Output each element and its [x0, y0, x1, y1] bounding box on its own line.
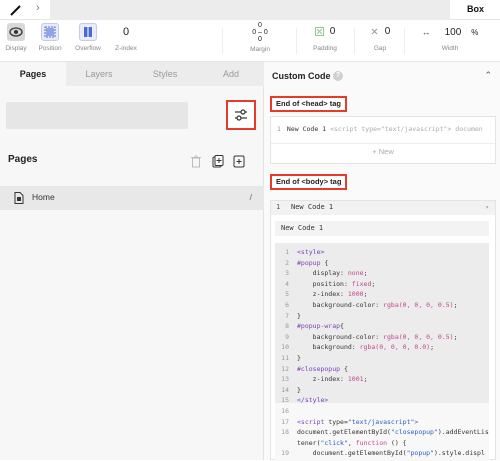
padding-control[interactable]: 0 Padding [300, 23, 350, 52]
tab-styles[interactable]: Styles [132, 62, 198, 86]
zindex-value: 0 [122, 26, 130, 38]
tab-pages[interactable]: Pages [0, 62, 66, 86]
padding-value: 0 [329, 26, 336, 37]
code-line: 8 #popup-wrap{ [285, 322, 344, 331]
position-icon [41, 23, 59, 41]
margin-right-value[interactable]: 0 [264, 29, 268, 36]
top-bar: › Box [0, 0, 500, 20]
head-tag-label: End of <head> tag [270, 96, 348, 112]
toolbar-divider [354, 28, 355, 54]
padding-icon [314, 26, 324, 36]
overflow-label: Overflow [75, 45, 101, 52]
code-line: 5 z-index: 1000; [285, 290, 368, 299]
zindex-label: Z-index [115, 45, 137, 52]
add-page-icon[interactable] [233, 155, 245, 168]
filter-settings-icon [235, 109, 247, 121]
width-control[interactable]: ↔ 100% Width [408, 23, 492, 52]
toolbar-divider [296, 28, 297, 54]
margin-top-value[interactable]: 0 [230, 22, 290, 29]
chevron-down-icon[interactable]: ▾ [485, 204, 489, 211]
body-code-card: 1 New Code 1 ▾ New Code 1 1 <style> 2 #popu… [270, 200, 496, 461]
code-line: 18 document.getElementById("closepopup").… [281, 428, 489, 437]
pen-icon[interactable] [8, 2, 24, 18]
help-icon[interactable]: ? [333, 71, 343, 81]
code-line: 13 z-index: 1001; [281, 375, 368, 384]
toolbar-divider [404, 28, 405, 54]
code-line: 15 </style> [281, 396, 329, 405]
code-line: 11} [281, 354, 301, 362]
page-name: Home [32, 192, 55, 202]
display-control[interactable]: Display [4, 23, 28, 52]
panel-tabs: Pages Layers Styles Add [0, 62, 264, 86]
zindex-control[interactable]: 0 Z-index [112, 23, 140, 52]
gap-label: Gap [373, 45, 387, 52]
code-line: 16 [281, 407, 289, 415]
width-unit[interactable]: % [471, 28, 478, 37]
code-line: 17 <script type="text/javascript"> [281, 417, 419, 426]
padding-label: Padding [313, 45, 337, 52]
duplicate-page-icon[interactable] [212, 155, 224, 168]
code-line: 12 #closepopup { [281, 364, 348, 373]
position-control[interactable]: Position [36, 23, 64, 52]
tab-add[interactable]: Add [198, 62, 264, 86]
code-line: 3 display: none; [285, 269, 368, 278]
gap-value: 0 [384, 26, 391, 37]
code-line: 19 document.getElementById("popup").styl… [281, 449, 485, 458]
custom-code-panel: Custom Code ? ⌃ End of <head> tag 1 New C… [264, 62, 500, 461]
code-name-input[interactable]: New Code 1 [275, 221, 489, 236]
breadcrumb[interactable] [50, 0, 450, 20]
new-code-button[interactable]: + New [271, 147, 495, 156]
code-line: 2 #popup { [285, 258, 329, 267]
custom-code-title: Custom Code [272, 71, 331, 81]
chevron-right-icon: › [36, 2, 40, 14]
head-code-card: 1 New Code 1 <script type="text/javascript… [270, 116, 496, 164]
page-list-item[interactable]: Home / [0, 186, 264, 210]
code-line: 14} [281, 385, 301, 394]
overflow-icon [79, 23, 97, 41]
search-input[interactable] [6, 102, 188, 129]
body-tag-label: End of <body> tag [270, 174, 348, 190]
caret-up-icon[interactable]: ⌃ [484, 70, 492, 81]
filter-settings-button[interactable] [226, 100, 256, 130]
page-path: / [249, 192, 252, 202]
body-code-header[interactable]: 1 New Code 1 ▾ [271, 201, 495, 215]
width-icon: ↔ [421, 27, 431, 37]
page-icon [14, 192, 24, 204]
pages-heading: Pages [8, 154, 38, 165]
style-toolbar: Display Position Overflow 0 Z-index 0 0 … [0, 20, 500, 62]
overflow-control[interactable]: Overflow [72, 23, 104, 52]
toolbar-divider [222, 28, 223, 54]
code-line: 9 background-color: rgba(0, 0, 0, 0.5); [285, 332, 458, 341]
trash-icon[interactable] [190, 155, 202, 168]
code-line: 10 background: rgba(0, 0, 0, 0.0); [281, 343, 434, 352]
code-line: 4 position: fixed; [285, 279, 376, 288]
code-editor[interactable]: 1 <style> 2 #popup { 3 display: none; 4 posit… [275, 243, 489, 461]
display-icon [7, 23, 25, 41]
code-line: 6 background-color: rgba(0, 0, 0, 0.5); [285, 301, 458, 309]
margin-left-value[interactable]: 0 [252, 29, 256, 36]
head-code-entry[interactable]: 1 New Code 1 <script type="text/javascript… [277, 125, 491, 133]
display-label: Display [5, 45, 27, 52]
selected-element-label: Box [466, 4, 484, 14]
position-label: Position [38, 45, 62, 52]
margin-bottom-value[interactable]: 0 [230, 36, 290, 43]
code-line: tener("click", function () { [297, 438, 407, 447]
code-line: 1 <style> [285, 248, 325, 256]
gap-icon [371, 28, 378, 35]
width-label: Width [441, 45, 459, 52]
margin-label: Margin [250, 46, 270, 53]
left-panel: Pages Layers Styles Add Pages Home / [0, 62, 264, 460]
gap-control[interactable]: 0 Gap [360, 23, 400, 52]
width-value: 100 [444, 27, 462, 38]
margin-control[interactable]: 0 0 – 0 0 Margin [230, 22, 290, 53]
code-line: 7} [285, 311, 301, 320]
tab-layers[interactable]: Layers [66, 62, 132, 86]
